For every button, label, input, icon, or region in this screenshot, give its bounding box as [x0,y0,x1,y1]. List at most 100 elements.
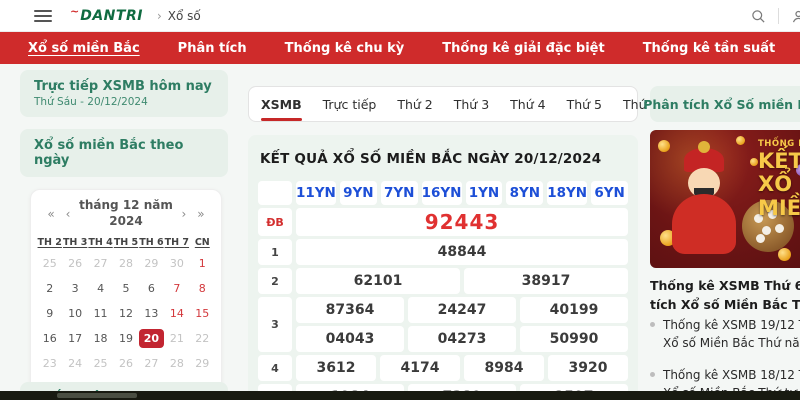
calendar-day[interactable]: 19 [113,329,138,348]
calendar-day-header: CN [190,237,215,248]
prize-line: 040430427350990 [296,326,628,352]
nav-item-phân-tích[interactable]: Phân tích [178,41,247,56]
calendar-day[interactable]: 27 [88,254,113,273]
column-header[interactable]: 9YN [340,181,377,205]
calendar-day-selected[interactable]: 20 [139,329,164,348]
tab-thứ-2[interactable]: Thứ 2 [397,97,432,112]
byday-title: Xổ số miền Bắc theo ngày [34,138,214,168]
prize-number: 4174 [380,355,460,381]
calendar-day[interactable]: 5 [113,279,138,298]
calendar-day[interactable]: 21 [164,329,189,348]
calendar-first-icon[interactable]: « [45,207,57,221]
calendar-next-icon[interactable]: › [178,207,190,221]
calendar-day[interactable]: 12 [113,304,138,323]
top-header: ~ DANTRI › Xổ số [0,0,800,32]
calendar-day[interactable]: 17 [62,329,87,348]
byday-card[interactable]: Xổ số miền Bắc theo ngày [20,129,228,177]
column-header[interactable]: 11YN [296,181,336,205]
column-header[interactable]: 7YN [381,181,418,205]
live-xsmb-date: Thứ Sáu - 20/12/2024 [34,96,214,108]
tab-thứ-5[interactable]: Thứ 5 [567,97,602,112]
nav-item-xổ-số-miền-bắc[interactable]: Xổ số miền Bắc [28,41,140,56]
calendar-day[interactable]: 15 [190,304,215,323]
live-xsmb-card[interactable]: Trực tiếp XSMB hôm nay Thứ Sáu - 20/12/2… [20,70,228,117]
main-nav: Xổ số miền Bắc Phân tích Thống kê chu kỳ Th… [0,32,800,64]
result-title: KẾT QUẢ XỔ SỐ MIỀN BẮC NGÀY 20/12/2024 [260,151,626,167]
calendar-day[interactable]: 28 [164,354,189,373]
calendar-day[interactable]: 14 [164,304,189,323]
prize-row-1: 148844 [258,239,628,265]
featured-article-link[interactable]: Thống kê XSMB Thứ 6 20/12/2024 - Phân tí… [650,276,800,315]
prize-cells: 6210138917 [296,268,628,294]
calendar-day[interactable]: 6 [139,279,164,298]
calendar-day[interactable]: 30 [164,254,189,273]
prize-lines: 873642424740199 040430427350990 [296,297,628,352]
nav-item-thống-kê-tần-suất[interactable]: Thống kê tần suất [643,41,776,56]
table-corner-cell [258,181,292,205]
calendar-day[interactable]: 29 [139,254,164,273]
user-icon[interactable] [791,9,800,24]
result-table: 11YN9YN7YN16YN1YN8YN18YN6YNĐB92443148844… [258,181,628,400]
calendar-day[interactable]: 24 [62,354,87,373]
article-link[interactable]: Thống kê XSMB 19/12 Thứ 5 - Phân tíchXổ … [650,316,800,352]
calendar-day[interactable]: 13 [139,304,164,323]
column-header[interactable]: 1YN [466,181,503,205]
day-tabs: XSMBTrực tiếpThứ 2Thứ 3Thứ 4Thứ 5Thứ 6Th… [248,86,638,122]
header-divider [778,8,779,24]
article-line2: Xổ số Miền Bắc Thứ năm - 19/12/2024 [663,334,800,352]
god-of-wealth-robe [672,194,736,254]
promo-banner[interactable]: THỐNG KÊ - KẾT XỔ MIỀN [650,130,800,268]
dantri-logo[interactable]: ~ DANTRI [70,8,143,24]
search-icon[interactable] [751,9,766,24]
nav-item-thống-kê-chu-kỳ[interactable]: Thống kê chu kỳ [285,41,405,56]
column-header[interactable]: 8YN [506,181,543,205]
calendar-day[interactable]: 9 [37,304,62,323]
calendar-day[interactable]: 16 [37,329,62,348]
tab-xsmb[interactable]: XSMB [261,97,302,112]
prize-number: 48844 [296,239,628,265]
promo-text: THỐNG KÊ - KẾT XỔ MIỀN [758,140,800,220]
calendar-prev-icon[interactable]: ‹ [62,207,74,221]
calendar-day[interactable]: 7 [164,279,189,298]
calendar-day[interactable]: 28 [113,254,138,273]
menu-icon[interactable] [34,7,52,25]
table-header-cells: 11YN9YN7YN16YN1YN8YN18YN6YN [296,181,628,205]
calendar-day[interactable]: 1 [190,254,215,273]
calendar-day[interactable]: 26 [113,354,138,373]
right-sidebar: Phân tích Xổ Số miền Bắc THỐNG KÊ - KẾT … [650,86,800,122]
calendar-day[interactable]: 23 [37,354,62,373]
calendar-day[interactable]: 4 [88,279,113,298]
column-header[interactable]: 16YN [422,181,462,205]
calendar-day[interactable]: 18 [88,329,113,348]
calendar-day[interactable]: 8 [190,279,215,298]
nav-item-thống-kê-giải-đặc-biệt[interactable]: Thống kê giải đặc biệt [442,41,604,56]
calendar-day[interactable]: 3 [62,279,87,298]
calendar-day[interactable]: 29 [190,354,215,373]
calendar-day[interactable]: 2 [37,279,62,298]
calendar-day[interactable]: 27 [139,354,164,373]
calendar-day[interactable]: 26 [62,254,87,273]
logo-text: DANTRI [80,8,143,24]
article-text: Thống kê XSMB 19/12 Thứ 5 - Phân tíchXổ … [663,316,800,352]
prize-number: 40199 [520,297,628,323]
calendar-day-header: TH 5 [113,237,138,248]
prize-line: 873642424740199 [296,297,628,323]
calendar-day[interactable]: 25 [88,354,113,373]
analysis-card[interactable]: Phân tích Xổ Số miền Bắc [650,86,800,122]
prize-label: ĐB [258,208,292,236]
prize-number: 50990 [520,326,628,352]
column-header[interactable]: 18YN [547,181,587,205]
calendar-last-icon[interactable]: » [195,207,207,221]
tab-thứ-4[interactable]: Thứ 4 [510,97,545,112]
prize-number: 87364 [296,297,404,323]
column-header[interactable]: 6YN [591,181,628,205]
calendar-day[interactable]: 22 [190,329,215,348]
calendar-day[interactable]: 25 [37,254,62,273]
tab-trực-tiếp[interactable]: Trực tiếp [323,97,377,112]
breadcrumb-item[interactable]: Xổ số [168,9,201,23]
prize-label: 3 [258,297,292,352]
calendar-day[interactable]: 11 [88,304,113,323]
tab-thứ-3[interactable]: Thứ 3 [454,97,489,112]
calendar-day-header: TH 3 [62,237,87,248]
calendar-day[interactable]: 10 [62,304,87,323]
